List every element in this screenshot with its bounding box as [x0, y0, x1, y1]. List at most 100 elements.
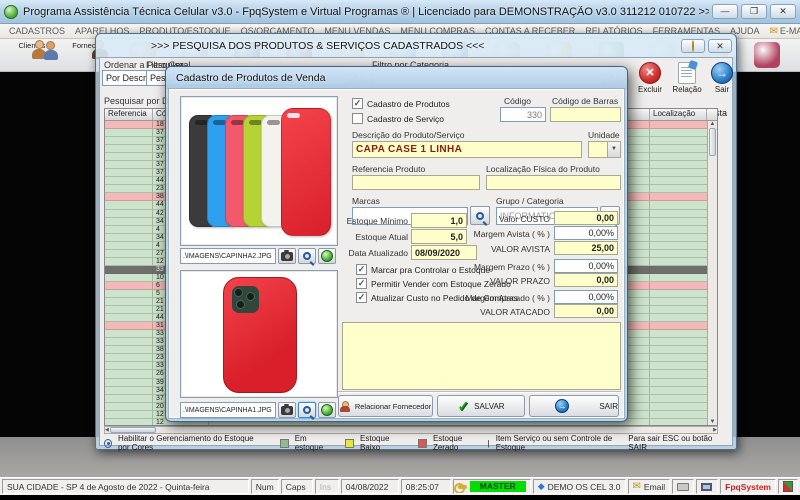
scroll-left-icon[interactable]: ◀	[105, 427, 109, 433]
checkbox-icon: ✓	[352, 98, 363, 109]
col-referencia: Referencia	[105, 109, 153, 120]
menu-email[interactable]: ✉E-MAIL	[765, 26, 800, 37]
report-button[interactable]: Relação	[671, 62, 703, 94]
checkbox-icon: ✓	[356, 264, 367, 275]
capture-image-button[interactable]	[278, 248, 296, 264]
monitor-icon	[701, 482, 713, 491]
delete-button[interactable]: ✕ Excluir	[634, 62, 666, 94]
valor-atacado-label: VALOR ATACADO	[480, 307, 550, 317]
app-icon	[4, 4, 18, 19]
salvar-button[interactable]: ✓ SALVAR	[437, 395, 525, 417]
horizontal-scrollbar[interactable]: ◀ ▶	[104, 426, 718, 434]
margem-prazo-field[interactable]: 0,00%	[554, 259, 618, 273]
report-document-icon	[678, 62, 696, 84]
scroll-up-icon[interactable]: ▲	[708, 121, 717, 127]
app-title: Programa Assistência Técnica Celular v3.…	[23, 5, 709, 18]
status-date: 04/08/2022	[340, 479, 399, 494]
codigo-barras-field[interactable]	[550, 107, 621, 122]
search-window-title: >>> PESQUISA DOS PRODUTOS & SERVIÇOS CAD…	[151, 39, 485, 52]
chevron-down-icon[interactable]: ▼	[607, 142, 620, 157]
zero-stock-label: Estoque Zerado	[432, 434, 463, 452]
green-orb-icon	[321, 250, 333, 262]
bulb-icon	[692, 39, 694, 52]
status-app	[778, 479, 798, 494]
vertical-scrollbar[interactable]: ▲ ▼	[707, 121, 717, 425]
data-atualizado-label: Data Atualizado	[348, 248, 408, 258]
close-button[interactable]: ✕	[770, 4, 796, 19]
minimize-button[interactable]: —	[712, 4, 738, 19]
scroll-thumb[interactable]	[709, 128, 716, 156]
stock-legend: Habilitar o Gerenciamento do Estoque por…	[104, 434, 718, 452]
status-email[interactable]: ✉ Email	[627, 479, 671, 494]
estoque-atual-label: Estoque Atual	[355, 232, 408, 242]
camera-icon	[281, 249, 293, 261]
key-icon	[453, 482, 467, 493]
low-stock-swatch	[345, 438, 355, 448]
codigo-field[interactable]: 330	[500, 107, 546, 122]
valor-prazo-label: VALOR PRAZO	[490, 276, 550, 286]
codigo-label: Código	[504, 96, 531, 106]
margem-avista-field[interactable]: 0,00%	[554, 226, 618, 240]
referencia-field[interactable]	[352, 175, 480, 190]
help-bulb-button[interactable]	[681, 38, 705, 53]
search-window-titlebar: >>> PESQUISA DOS PRODUTOS & SERVIÇOS CAD…	[96, 34, 736, 57]
checkbox-icon: ✓	[356, 292, 367, 303]
product-image-1	[180, 96, 338, 246]
check-icon: ✓	[457, 398, 470, 414]
load-image-button[interactable]	[318, 402, 336, 418]
magnifier-icon	[303, 406, 311, 414]
grupo-label: Grupo / Categoria	[496, 196, 564, 206]
load-image-button[interactable]	[318, 248, 336, 264]
unidade-label: Unidade	[588, 130, 620, 140]
valor-avista-label: VALOR AVISTA	[490, 244, 550, 254]
zoom-image-button[interactable]	[298, 402, 316, 418]
localizacao-fisica-field[interactable]	[486, 175, 621, 190]
capture-image-button[interactable]	[278, 402, 296, 418]
dialog-titlebar[interactable]: Cadastro de Produtos de Venda	[166, 67, 627, 89]
magnifier-icon	[303, 252, 311, 260]
camera-icon	[281, 403, 293, 415]
hscroll-thumb[interactable]	[109, 427, 156, 433]
col-localizacao: Localização	[650, 109, 707, 120]
image1-path-field[interactable]: .\IMAGENS\CAPINHA2.JPG	[180, 248, 276, 264]
low-stock-label: Estoque Baixo	[360, 434, 390, 452]
status-monitor[interactable]	[696, 479, 719, 494]
status-time: 08:25:07	[400, 479, 451, 494]
image2-path-row: .\IMAGENS\CAPINHA1.JPG	[180, 402, 336, 418]
exit-button[interactable]: → Sair	[706, 62, 738, 94]
estoque-minimo-label: Estoque Mínimo	[346, 216, 408, 226]
toolbar-clientes-button[interactable]: Clientes	[8, 40, 58, 60]
zoom-image-button[interactable]	[298, 248, 316, 264]
scroll-right-icon[interactable]: ▶	[713, 427, 717, 433]
unidade-select[interactable]: ▼	[588, 141, 621, 158]
status-location: SUA CIDADE - SP 4 de Agosto de 2022 - Qu…	[2, 479, 249, 494]
product-dialog: Cadastro de Produtos de Venda .\IMAGENS\…	[165, 66, 628, 422]
valor-avista-field[interactable]: 25,00	[554, 241, 618, 255]
checkbox-cadastro-produtos[interactable]: ✓ Cadastro de Produtos	[352, 98, 450, 109]
checkbox-cadastro-servico[interactable]: ✓ Cadastro de Serviço	[352, 113, 444, 124]
valor-atacado-field[interactable]: 0,00	[554, 304, 618, 318]
service-item-label: Item Serviço ou sem Controle de Estoque	[495, 434, 613, 452]
in-stock-swatch	[279, 438, 289, 448]
relacionar-fornecedor-button[interactable]: Relacionar Fornecedor	[338, 395, 433, 417]
margem-atacado-field[interactable]: 0,00%	[554, 290, 618, 304]
valor-custo-field[interactable]: 0,00	[554, 211, 618, 225]
referencia-label: Referencia Produto	[352, 164, 426, 174]
product-image-2	[180, 270, 338, 398]
checkbox-icon: ✓	[356, 278, 367, 289]
sair-button[interactable]: → SAIR	[529, 395, 619, 417]
green-orb-icon	[321, 404, 333, 416]
maximize-button[interactable]: ❐	[741, 4, 767, 19]
dialog-body: .\IMAGENS\CAPINHA2.JPG .\IMAGENS\CAPINHA…	[168, 88, 625, 419]
status-system: ◆ DEMO OS CEL 3.0	[532, 479, 626, 494]
valor-prazo-field[interactable]: 0,00	[554, 273, 618, 287]
search-window-close-button[interactable]: ✕	[708, 38, 732, 53]
image2-path-field[interactable]: .\IMAGENS\CAPINHA1.JPG	[180, 402, 276, 418]
descricao-field[interactable]: CAPA CASE 1 LINHA	[352, 141, 582, 158]
status-printer[interactable]	[672, 479, 695, 494]
scroll-down-icon[interactable]: ▼	[708, 419, 717, 425]
users-red-icon[interactable]	[754, 42, 780, 68]
notes-area[interactable]	[342, 322, 621, 390]
legend-toggle-icon[interactable]	[104, 438, 112, 448]
menu-cadastros[interactable]: CADASTROS	[4, 26, 70, 36]
